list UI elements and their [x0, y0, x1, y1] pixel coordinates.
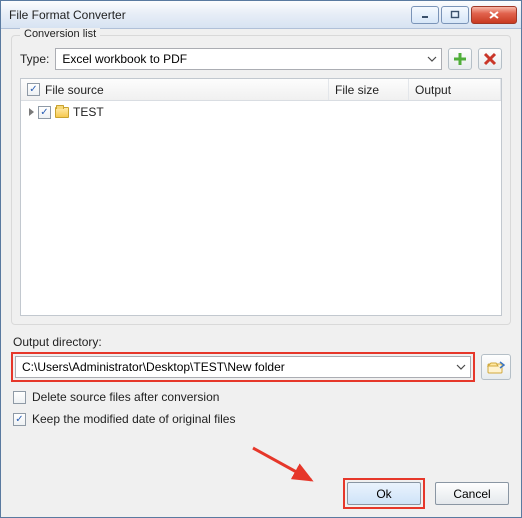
- output-row: C:\Users\Administrator\Desktop\TEST\New …: [11, 352, 511, 382]
- chevron-down-icon: [427, 53, 437, 68]
- folder-icon: [55, 107, 69, 118]
- tree-row[interactable]: ✓ TEST: [25, 103, 497, 121]
- col-output-label: Output: [415, 83, 451, 97]
- col-header-output[interactable]: Output: [409, 79, 501, 100]
- type-row: Type: Excel workbook to PDF: [20, 48, 502, 70]
- output-path: C:\Users\Administrator\Desktop\TEST\New …: [22, 360, 285, 374]
- list-body[interactable]: ✓ TEST: [21, 101, 501, 315]
- keepdate-checkbox[interactable]: ✓: [13, 413, 26, 426]
- window-title: File Format Converter: [9, 8, 126, 22]
- window-controls: [411, 6, 517, 24]
- type-value: Excel workbook to PDF: [62, 52, 187, 66]
- header-checkbox[interactable]: ✓: [27, 83, 40, 96]
- row-checkbox[interactable]: ✓: [38, 106, 51, 119]
- col-size-label: File size: [335, 83, 379, 97]
- ok-label: Ok: [376, 487, 391, 501]
- output-path-select[interactable]: C:\Users\Administrator\Desktop\TEST\New …: [15, 356, 471, 378]
- titlebar[interactable]: File Format Converter: [1, 1, 521, 29]
- window-root: File Format Converter Conversion list Ty…: [0, 0, 522, 518]
- browse-button[interactable]: [481, 354, 511, 380]
- close-button[interactable]: [471, 6, 517, 24]
- maximize-button[interactable]: [441, 6, 469, 24]
- cancel-button[interactable]: Cancel: [435, 482, 509, 505]
- keepdate-label: Keep the modified date of original files: [32, 412, 235, 426]
- type-label: Type:: [20, 52, 49, 66]
- delete-option-row[interactable]: Delete source files after conversion: [13, 390, 511, 404]
- col-header-source[interactable]: ✓ File source: [21, 79, 329, 100]
- minimize-button[interactable]: [411, 6, 439, 24]
- remove-button[interactable]: [478, 48, 502, 70]
- col-source-label: File source: [45, 83, 104, 97]
- delete-checkbox[interactable]: [13, 391, 26, 404]
- output-highlight: C:\Users\Administrator\Desktop\TEST\New …: [11, 352, 475, 382]
- footer: Ok Cancel: [1, 468, 521, 517]
- cancel-label: Cancel: [453, 487, 490, 501]
- add-button[interactable]: [448, 48, 472, 70]
- file-list: ✓ File source File size Output ✓: [20, 78, 502, 316]
- output-label: Output directory:: [13, 335, 511, 349]
- conversion-group: Conversion list Type: Excel workbook to …: [11, 35, 511, 325]
- ok-button[interactable]: Ok: [347, 482, 421, 505]
- type-select[interactable]: Excel workbook to PDF: [55, 48, 442, 70]
- expand-icon[interactable]: [29, 108, 34, 116]
- chevron-down-icon: [456, 361, 466, 376]
- row-name: TEST: [73, 105, 104, 119]
- col-header-size[interactable]: File size: [329, 79, 409, 100]
- group-label: Conversion list: [20, 28, 100, 40]
- keepdate-option-row[interactable]: ✓ Keep the modified date of original fil…: [13, 412, 511, 426]
- list-header: ✓ File source File size Output: [21, 79, 501, 101]
- content-area: Conversion list Type: Excel workbook to …: [1, 29, 521, 468]
- delete-label: Delete source files after conversion: [32, 390, 219, 404]
- ok-highlight: Ok: [343, 478, 425, 509]
